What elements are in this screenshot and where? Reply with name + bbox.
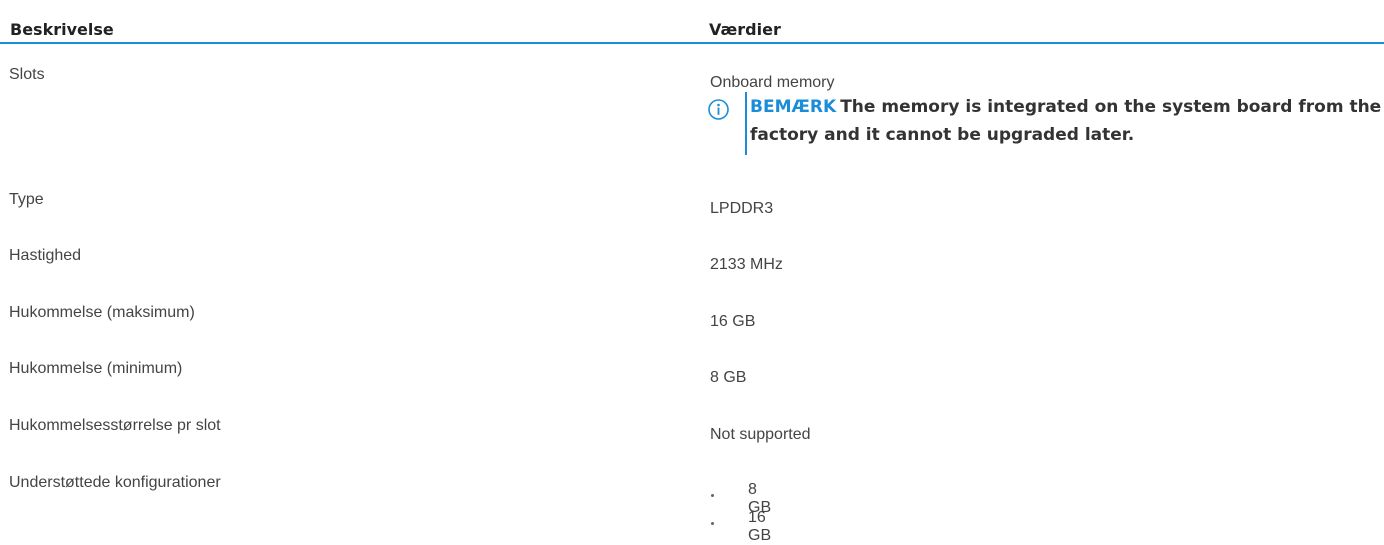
row-description: Understøttede konfigurationer (9, 474, 221, 491)
row-description: Hastighed (9, 247, 82, 264)
row-value: Not supported (710, 426, 811, 443)
row-description: Hukommelse (maksimum) (9, 304, 195, 321)
row-value: 8 GB (710, 369, 747, 386)
bullet-icon (711, 494, 714, 497)
row-value: Onboard memory (710, 74, 835, 91)
note-label: BEMÆRK (750, 97, 837, 117)
table-row: Hukommelse (maksimum) 16 GB (0, 303, 1384, 333)
note-accent-bar (745, 92, 747, 155)
table-row: Slots Onboard memory BEMÆRK The memory is… (0, 64, 1384, 164)
table-row: Hukommelse (minimum) 8 GB (0, 359, 1384, 389)
row-description: Hukommelsesstørrelse pr slot (9, 417, 221, 434)
bullet-icon (711, 522, 714, 525)
row-description: Hukommelse (minimum) (9, 360, 183, 377)
info-circle-icon (708, 99, 729, 120)
table-row: Type LPDDR3 (0, 190, 1384, 220)
row-value: 16 GB (710, 313, 756, 330)
table-row: Understøttede konfigurationer 8 GB 16 GB (0, 473, 1384, 544)
row-description: Slots (9, 66, 45, 83)
note-body: The memory is integrated on the system b… (750, 97, 1382, 145)
row-description: Type (9, 191, 44, 208)
note-text-block: BEMÆRK The memory is integrated on the sy… (750, 93, 1384, 149)
column-header-values: Værdier (709, 20, 781, 39)
column-header-description: Beskrivelse (10, 20, 114, 39)
list-item-text: 16 GB (748, 509, 772, 544)
row-value: LPDDR3 (710, 200, 774, 217)
row-value: 2133 MHz (710, 256, 783, 273)
table-row: Hukommelsesstørrelse pr slot Not support… (0, 416, 1384, 446)
table-row: Hastighed 2133 MHz (0, 246, 1384, 276)
table-header-row: Beskrivelse Værdier (0, 0, 1384, 44)
